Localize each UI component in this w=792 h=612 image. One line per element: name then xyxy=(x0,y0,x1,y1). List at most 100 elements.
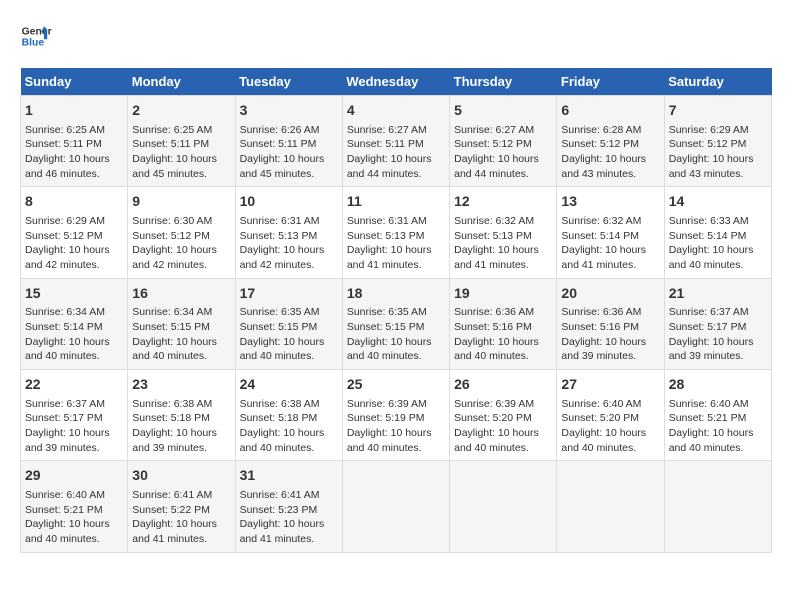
daylight-label: Daylight: 10 hours and 40 minutes. xyxy=(347,336,432,363)
logo: General Blue xyxy=(20,20,52,52)
day-number: 30 xyxy=(132,466,230,486)
sunrise-label: Sunrise: 6:40 AM xyxy=(561,398,641,410)
day-number: 4 xyxy=(347,101,445,121)
header-day: Wednesday xyxy=(342,68,449,96)
day-number: 27 xyxy=(561,375,659,395)
sunset-label: Sunset: 5:23 PM xyxy=(240,504,318,516)
daylight-label: Daylight: 10 hours and 40 minutes. xyxy=(240,336,325,363)
sunset-label: Sunset: 5:12 PM xyxy=(132,230,210,242)
sunset-label: Sunset: 5:15 PM xyxy=(240,321,318,333)
daylight-label: Daylight: 10 hours and 40 minutes. xyxy=(25,336,110,363)
sunset-label: Sunset: 5:12 PM xyxy=(561,138,639,150)
daylight-label: Daylight: 10 hours and 41 minutes. xyxy=(132,518,217,545)
sunset-label: Sunset: 5:13 PM xyxy=(240,230,318,242)
day-number: 20 xyxy=(561,284,659,304)
sunrise-label: Sunrise: 6:34 AM xyxy=(132,306,212,318)
calendar-cell: 4Sunrise: 6:27 AMSunset: 5:11 PMDaylight… xyxy=(342,96,449,187)
daylight-label: Daylight: 10 hours and 39 minutes. xyxy=(132,427,217,454)
calendar-week-row: 1 Sunrise: 6:25 AM Sunset: 5:11 PM Daylight… xyxy=(21,96,772,187)
sunset-label: Sunset: 5:14 PM xyxy=(669,230,747,242)
sunset-label: Sunset: 5:16 PM xyxy=(561,321,639,333)
day-number: 7 xyxy=(669,101,767,121)
calendar-cell: 8Sunrise: 6:29 AMSunset: 5:12 PMDaylight… xyxy=(21,187,128,278)
day-number: 1 xyxy=(25,101,123,121)
calendar-cell: 21Sunrise: 6:37 AMSunset: 5:17 PMDayligh… xyxy=(664,278,771,369)
day-number: 14 xyxy=(669,192,767,212)
calendar-cell: 9 Sunrise: 6:30 AM Sunset: 5:12 PM Daylight… xyxy=(128,187,235,278)
sunrise-label: Sunrise: 6:37 AM xyxy=(669,306,749,318)
calendar-cell: 23Sunrise: 6:38 AMSunset: 5:18 PMDayligh… xyxy=(128,370,235,461)
sunset-label: Sunset: 5:11 PM xyxy=(347,138,424,150)
sunset-label: Sunset: 5:15 PM xyxy=(132,321,210,333)
day-number: 22 xyxy=(25,375,123,395)
day-number: 15 xyxy=(25,284,123,304)
day-number: 21 xyxy=(669,284,767,304)
day-number: 9 xyxy=(132,192,230,212)
calendar-cell xyxy=(450,461,557,552)
header-day: Friday xyxy=(557,68,664,96)
header-day: Monday xyxy=(128,68,235,96)
calendar-cell: 1Sunrise: 6:25 AMSunset: 5:11 PMDaylight… xyxy=(21,96,128,187)
day-number: 28 xyxy=(669,375,767,395)
daylight-label: Daylight: 10 hours and 40 minutes. xyxy=(669,427,754,454)
calendar-cell: 14Sunrise: 6:33 AMSunset: 5:14 PMDayligh… xyxy=(664,187,771,278)
sunset-label: Sunset: 5:18 PM xyxy=(132,412,210,424)
sunset-label: Sunset: 5:11 PM xyxy=(132,138,209,150)
sunrise-label: Sunrise: 6:40 AM xyxy=(669,398,749,410)
sunrise-label: Sunrise: 6:41 AM xyxy=(132,489,212,501)
calendar-cell: 12Sunrise: 6:32 AMSunset: 5:13 PMDayligh… xyxy=(450,187,557,278)
header-day: Tuesday xyxy=(235,68,342,96)
header-day: Thursday xyxy=(450,68,557,96)
daylight-label: Daylight: 10 hours and 42 minutes. xyxy=(132,244,217,271)
sunrise-label: Sunrise: 6:31 AM xyxy=(347,215,427,227)
calendar-cell xyxy=(664,461,771,552)
sunrise-label: Sunrise: 6:38 AM xyxy=(240,398,320,410)
sunrise-label: Sunrise: 6:35 AM xyxy=(347,306,427,318)
sunset-label: Sunset: 5:20 PM xyxy=(561,412,639,424)
calendar-cell: 25Sunrise: 6:39 AMSunset: 5:19 PMDayligh… xyxy=(342,370,449,461)
calendar-cell: 13Sunrise: 6:32 AMSunset: 5:14 PMDayligh… xyxy=(557,187,664,278)
daylight-label: Daylight: 10 hours and 43 minutes. xyxy=(561,153,646,180)
calendar-week-row: 22Sunrise: 6:37 AMSunset: 5:17 PMDayligh… xyxy=(21,370,772,461)
sunrise-label: Sunrise: 6:39 AM xyxy=(347,398,427,410)
daylight-label: Daylight: 10 hours and 45 minutes. xyxy=(240,153,325,180)
daylight-label: Daylight: 10 hours and 40 minutes. xyxy=(561,427,646,454)
calendar-cell: 19Sunrise: 6:36 AMSunset: 5:16 PMDayligh… xyxy=(450,278,557,369)
daylight-label: Daylight: 10 hours and 40 minutes. xyxy=(347,427,432,454)
sunrise-label: Sunrise: 6:29 AM xyxy=(25,215,105,227)
calendar-cell: 17Sunrise: 6:35 AMSunset: 5:15 PMDayligh… xyxy=(235,278,342,369)
sunset-label: Sunset: 5:14 PM xyxy=(25,321,103,333)
day-number: 25 xyxy=(347,375,445,395)
page-header: General Blue xyxy=(20,20,772,52)
calendar-cell: 24Sunrise: 6:38 AMSunset: 5:18 PMDayligh… xyxy=(235,370,342,461)
calendar-cell: 27 Sunrise: 6:40 AM Sunset: 5:20 PM Dayligh… xyxy=(557,370,664,461)
daylight-label: Daylight: 10 hours and 44 minutes. xyxy=(454,153,539,180)
calendar-cell: 16Sunrise: 6:34 AMSunset: 5:15 PMDayligh… xyxy=(128,278,235,369)
sunrise-label: Sunrise: 6:30 AM xyxy=(132,215,212,227)
day-number: 12 xyxy=(454,192,552,212)
sunrise-label: Sunrise: 6:31 AM xyxy=(240,215,320,227)
sunrise-label: Sunrise: 6:41 AM xyxy=(240,489,320,501)
sunset-label: Sunset: 5:21 PM xyxy=(25,504,103,516)
sunrise-label: Sunrise: 6:39 AM xyxy=(454,398,534,410)
calendar-cell: 6Sunrise: 6:28 AMSunset: 5:12 PMDaylight… xyxy=(557,96,664,187)
sunrise-label: Sunrise: 6:27 AM xyxy=(454,124,534,136)
calendar-cell: 15Sunrise: 6:34 AMSunset: 5:14 PMDayligh… xyxy=(21,278,128,369)
header-day: Sunday xyxy=(21,68,128,96)
sunrise-label: Sunrise: 6:26 AM xyxy=(240,124,320,136)
logo-icon: General Blue xyxy=(20,20,52,52)
sunrise-label: Sunrise: 6:25 AM xyxy=(25,124,105,136)
calendar-cell: 30Sunrise: 6:41 AMSunset: 5:22 PMDayligh… xyxy=(128,461,235,552)
sunset-label: Sunset: 5:15 PM xyxy=(347,321,425,333)
sunrise-label: Sunrise: 6:29 AM xyxy=(669,124,749,136)
day-number: 16 xyxy=(132,284,230,304)
sunset-label: Sunset: 5:17 PM xyxy=(669,321,747,333)
sunrise-label: Sunrise: 6:28 AM xyxy=(561,124,641,136)
sunrise-label: Sunrise: 6:37 AM xyxy=(25,398,105,410)
sunrise-label: Sunrise: 6:36 AM xyxy=(561,306,641,318)
sunrise-label: Sunrise: 6:32 AM xyxy=(454,215,534,227)
sunset-label: Sunset: 5:11 PM xyxy=(25,138,102,150)
sunset-label: Sunset: 5:16 PM xyxy=(454,321,532,333)
calendar-cell: 7Sunrise: 6:29 AMSunset: 5:12 PMDaylight… xyxy=(664,96,771,187)
sunset-label: Sunset: 5:12 PM xyxy=(25,230,103,242)
